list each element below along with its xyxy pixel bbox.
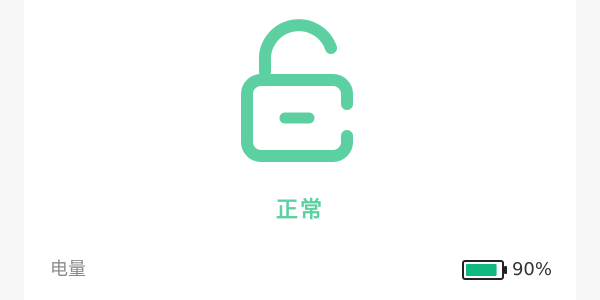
battery-row: 电量 90% — [24, 252, 576, 288]
battery-value: 90% — [461, 258, 552, 282]
lock-status-text: 正常 — [275, 198, 324, 223]
battery-fill — [465, 264, 497, 276]
battery-icon — [461, 260, 507, 280]
battery-label: 电量 — [50, 259, 86, 280]
unlocked-padlock-icon — [241, 19, 353, 162]
lock-status-card: 正常 电量 90% — [24, 0, 576, 300]
battery-percent: 90% — [511, 259, 552, 280]
